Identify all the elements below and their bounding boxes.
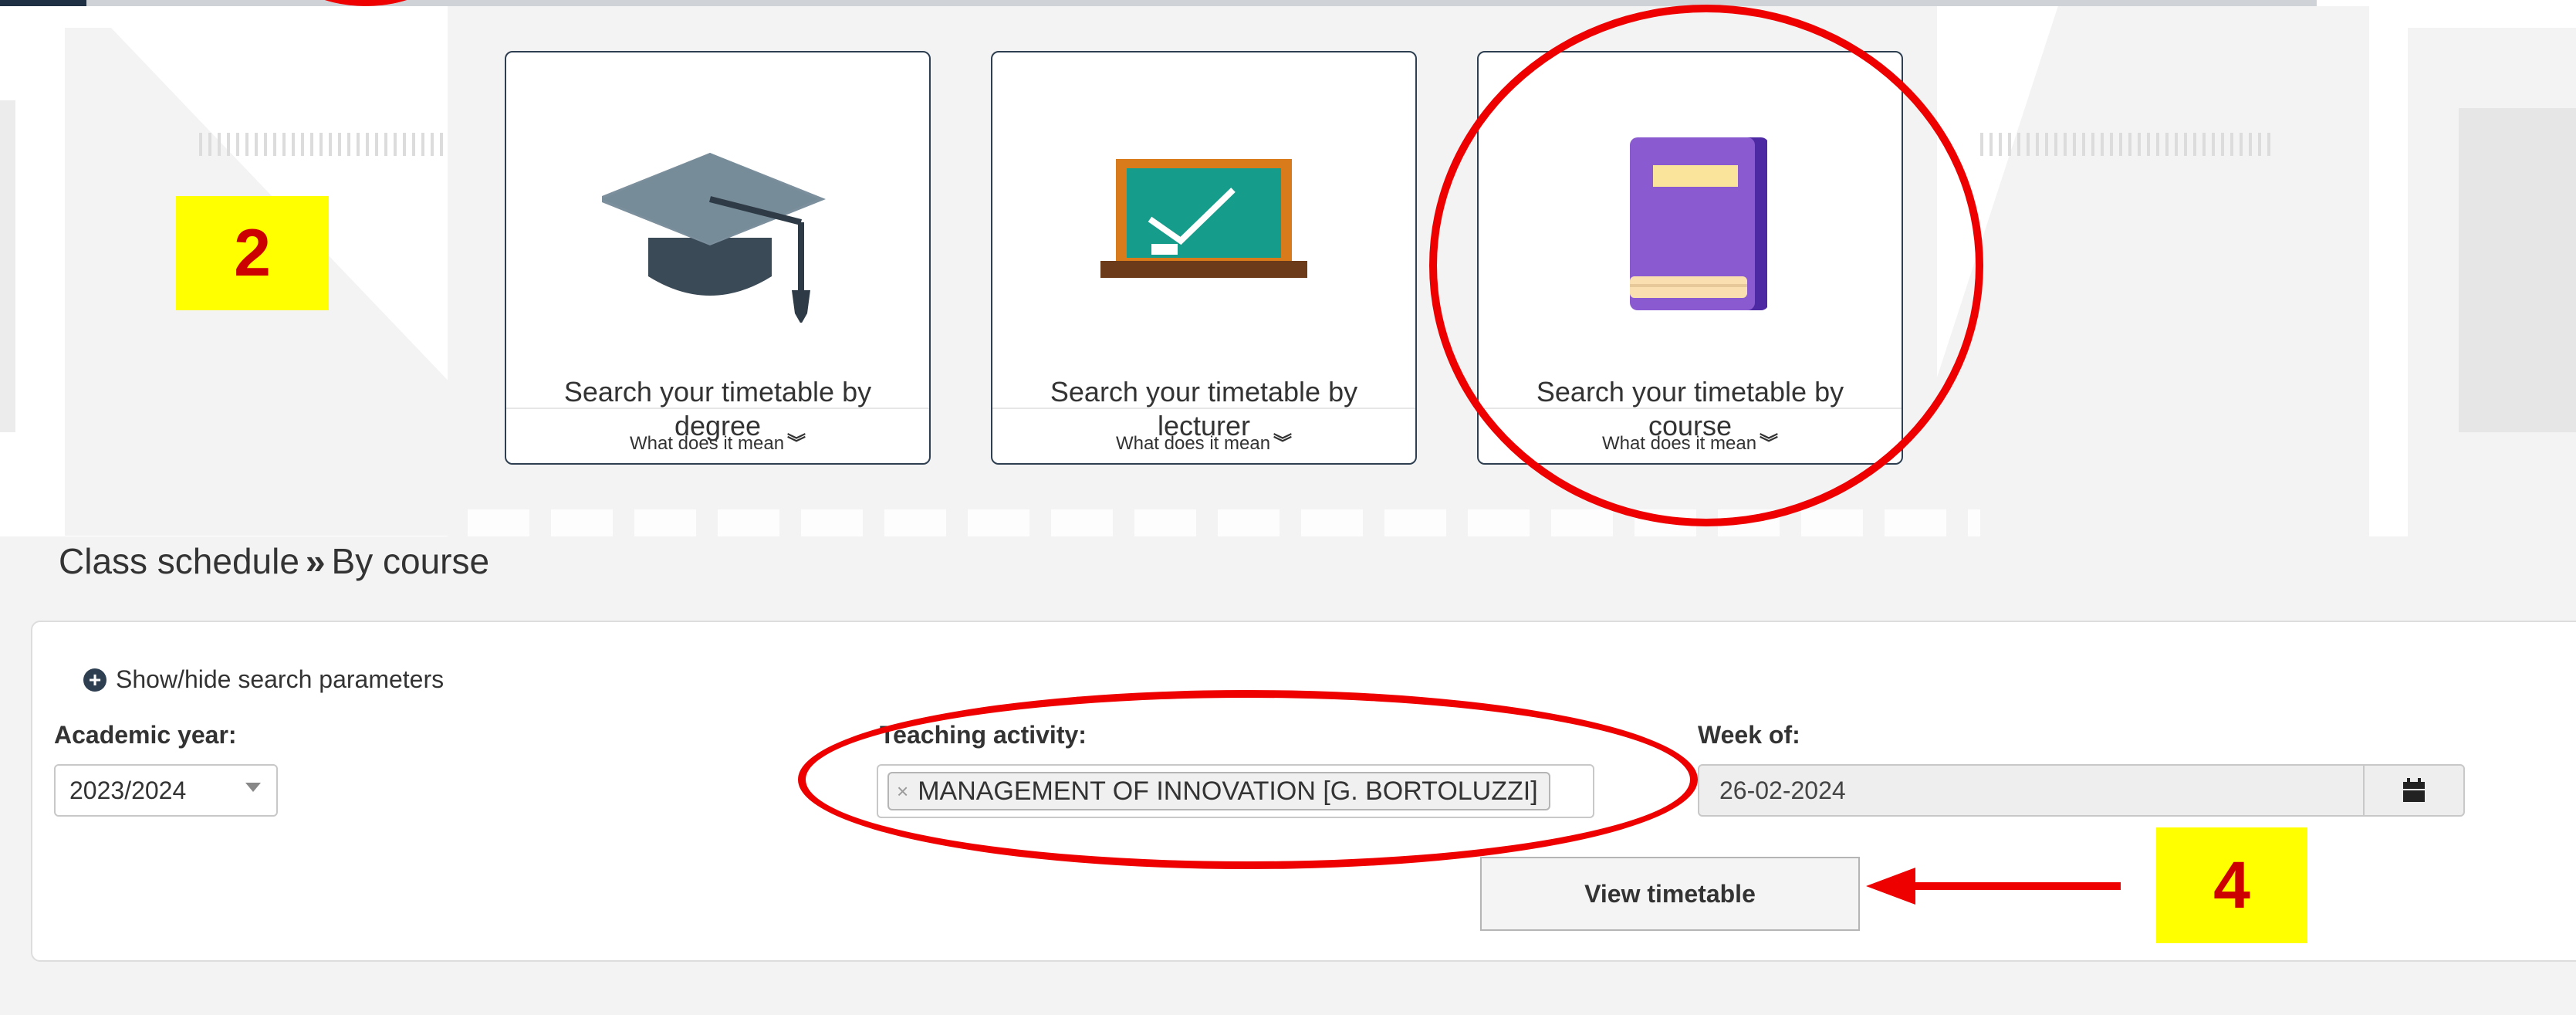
annotation-ring-activity bbox=[798, 690, 1698, 869]
card-search-by-lecturer[interactable]: Search your timetable by lecturer What d… bbox=[991, 51, 1417, 465]
academic-year-value: 2023/2024 bbox=[69, 776, 187, 804]
week-of-value: 26-02-2024 bbox=[1719, 776, 1846, 804]
what-does-it-mean-link[interactable]: What does it mean ︾ bbox=[506, 428, 929, 455]
view-timetable-button[interactable]: View timetable bbox=[1480, 857, 1860, 931]
week-of-input[interactable]: 26-02-2024 bbox=[1698, 764, 2365, 817]
breadcrumb: Class schedule» By course bbox=[59, 540, 489, 582]
toggle-search-parameters[interactable]: + Show/hide search parameters bbox=[83, 665, 444, 694]
bg-deco-right-inner bbox=[2459, 108, 2576, 432]
annotation-step-4: 4 bbox=[2156, 827, 2307, 943]
bg-ghost-stripe-right bbox=[1980, 133, 2273, 156]
graduation-cap-icon bbox=[506, 99, 929, 346]
week-of-label: Week of: bbox=[1698, 721, 1800, 749]
breadcrumb-separator: » bbox=[305, 541, 326, 581]
double-chevron-down-icon: ︾ bbox=[787, 433, 806, 454]
plus-circle-icon: + bbox=[83, 668, 106, 692]
divider bbox=[992, 408, 1415, 409]
annotation-ring-course bbox=[1429, 5, 1983, 526]
breadcrumb-root[interactable]: Class schedule bbox=[59, 541, 299, 581]
annotation-arrow bbox=[1866, 868, 2121, 905]
academic-year-select[interactable]: 2023/2024 bbox=[54, 764, 278, 817]
nav-corner bbox=[0, 0, 86, 6]
toggle-label: Show/hide search parameters bbox=[116, 665, 445, 693]
bg-deco-left-block bbox=[0, 100, 15, 432]
academic-year-label: Academic year: bbox=[54, 721, 237, 749]
calendar-button[interactable] bbox=[2363, 764, 2465, 817]
annotation-step-2: 2 bbox=[176, 196, 329, 310]
divider bbox=[506, 408, 929, 409]
what-does-it-mean-link[interactable]: What does it mean ︾ bbox=[992, 428, 1415, 455]
bg-ghost-stripe-left bbox=[199, 133, 446, 156]
caret-down-icon bbox=[245, 783, 261, 792]
double-chevron-down-icon: ︾ bbox=[1273, 433, 1293, 454]
breadcrumb-current: By course bbox=[331, 541, 490, 581]
calendar-icon bbox=[2403, 778, 2425, 802]
chalkboard-icon bbox=[992, 99, 1415, 346]
card-search-by-degree[interactable]: Search your timetable by degree What doe… bbox=[505, 51, 931, 465]
